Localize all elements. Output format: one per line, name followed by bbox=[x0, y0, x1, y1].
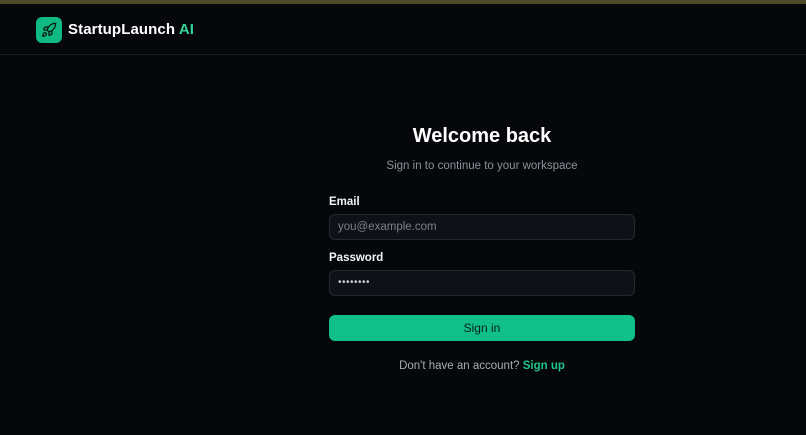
page-title: Welcome back bbox=[412, 125, 552, 147]
rocket-icon bbox=[42, 22, 57, 37]
page-subtitle: Sign in to continue to your workspace bbox=[386, 160, 578, 172]
password-label: Password bbox=[329, 252, 384, 264]
email-label: Email bbox=[329, 196, 360, 208]
signup-prompt-text: Don't have an account? bbox=[399, 360, 520, 372]
brand-name[interactable]: StartupLaunch AI bbox=[68, 21, 194, 38]
sign-in-button[interactable]: Sign in bbox=[329, 315, 635, 341]
brand-logo[interactable] bbox=[36, 17, 62, 43]
sign-up-link[interactable]: Sign up bbox=[523, 360, 565, 372]
password-field[interactable]: •••••••• bbox=[329, 270, 635, 296]
brand-accent-text: AI bbox=[178, 21, 195, 38]
signup-prompt-line: Don't have an account? Sign up bbox=[329, 360, 635, 372]
app-header: StartupLaunch AI bbox=[0, 4, 806, 55]
brand-name-text: StartupLaunch bbox=[68, 21, 176, 38]
login-card: Welcome back Sign in to continue to your… bbox=[329, 122, 635, 372]
email-field[interactable] bbox=[329, 214, 635, 240]
